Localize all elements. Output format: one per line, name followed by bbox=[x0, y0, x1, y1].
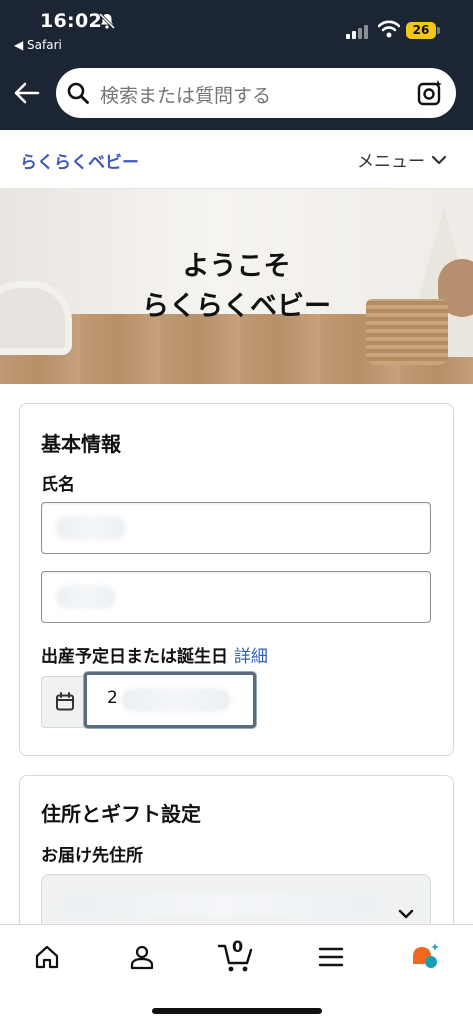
status-time: 16:02 bbox=[40, 10, 102, 32]
back-to-safari-link[interactable]: ◀ Safari bbox=[14, 38, 62, 52]
detail-link[interactable]: 詳細 bbox=[234, 647, 268, 667]
home-icon bbox=[35, 945, 59, 969]
due-date-field[interactable]: 2 bbox=[84, 672, 256, 728]
battery-indicator: 26 bbox=[406, 22, 436, 39]
calendar-icon bbox=[56, 692, 74, 711]
back-arrow-icon[interactable] bbox=[14, 82, 40, 108]
calendar-button[interactable] bbox=[41, 676, 88, 728]
site-nav: らくらくベビー メニュー bbox=[0, 130, 473, 189]
tab-assistant[interactable] bbox=[405, 939, 445, 975]
tab-account[interactable] bbox=[122, 939, 162, 975]
home-indicator[interactable] bbox=[152, 1008, 322, 1014]
name-label: 氏名 bbox=[41, 475, 75, 495]
redacted-value bbox=[62, 893, 382, 917]
chevron-down-icon bbox=[431, 155, 447, 164]
due-date-label-text: 出産予定日または誕生日 bbox=[41, 647, 228, 667]
banner-title-line2: らくらくベビー bbox=[142, 291, 331, 322]
account-icon bbox=[130, 945, 154, 970]
due-date-label: 出産予定日または誕生日 詳細 bbox=[41, 642, 268, 667]
welcome-banner: ようこそ らくらくベビー bbox=[0, 189, 473, 384]
tab-menu[interactable] bbox=[311, 939, 351, 975]
tab-home[interactable] bbox=[27, 939, 67, 975]
assistant-icon bbox=[413, 943, 439, 968]
bell-slash-icon bbox=[98, 12, 116, 34]
chevron-down-icon bbox=[398, 909, 414, 919]
last-name-field[interactable] bbox=[41, 502, 431, 554]
redacted-value bbox=[56, 585, 116, 609]
menu-button[interactable]: メニュー bbox=[357, 147, 447, 172]
redacted-value bbox=[121, 688, 231, 712]
search-input[interactable]: 検索または質問する bbox=[100, 81, 271, 108]
search-bar[interactable]: 検索または質問する bbox=[56, 68, 456, 118]
menu-label: メニュー bbox=[357, 152, 425, 172]
cart-count-badge: 0 bbox=[232, 937, 244, 956]
top-header: 16:02 ◀ Safari 26 検索または質問する bbox=[0, 0, 473, 130]
battery-tip bbox=[437, 27, 440, 34]
redacted-value bbox=[56, 516, 126, 540]
camera-search-icon[interactable] bbox=[416, 79, 444, 111]
basic-info-title: 基本情報 bbox=[41, 432, 121, 456]
due-date-value: 2 bbox=[107, 688, 118, 708]
search-icon bbox=[66, 81, 90, 109]
cellular-signal-icon bbox=[346, 24, 368, 43]
brand-link[interactable]: らくらくベビー bbox=[20, 148, 139, 173]
tab-cart[interactable]: 0 bbox=[214, 937, 260, 975]
address-title: 住所とギフト設定 bbox=[41, 802, 201, 826]
basic-info-card: 基本情報 氏名 出産予定日または誕生日 詳細 2 bbox=[19, 403, 454, 756]
delivery-address-label: お届け先住所 bbox=[41, 846, 143, 866]
menu-icon bbox=[318, 947, 344, 967]
first-name-field[interactable] bbox=[41, 571, 431, 623]
banner-title: ようこそ らくらくベビー bbox=[0, 247, 473, 327]
wifi-icon bbox=[377, 20, 401, 42]
banner-title-line1: ようこそ bbox=[182, 251, 291, 282]
